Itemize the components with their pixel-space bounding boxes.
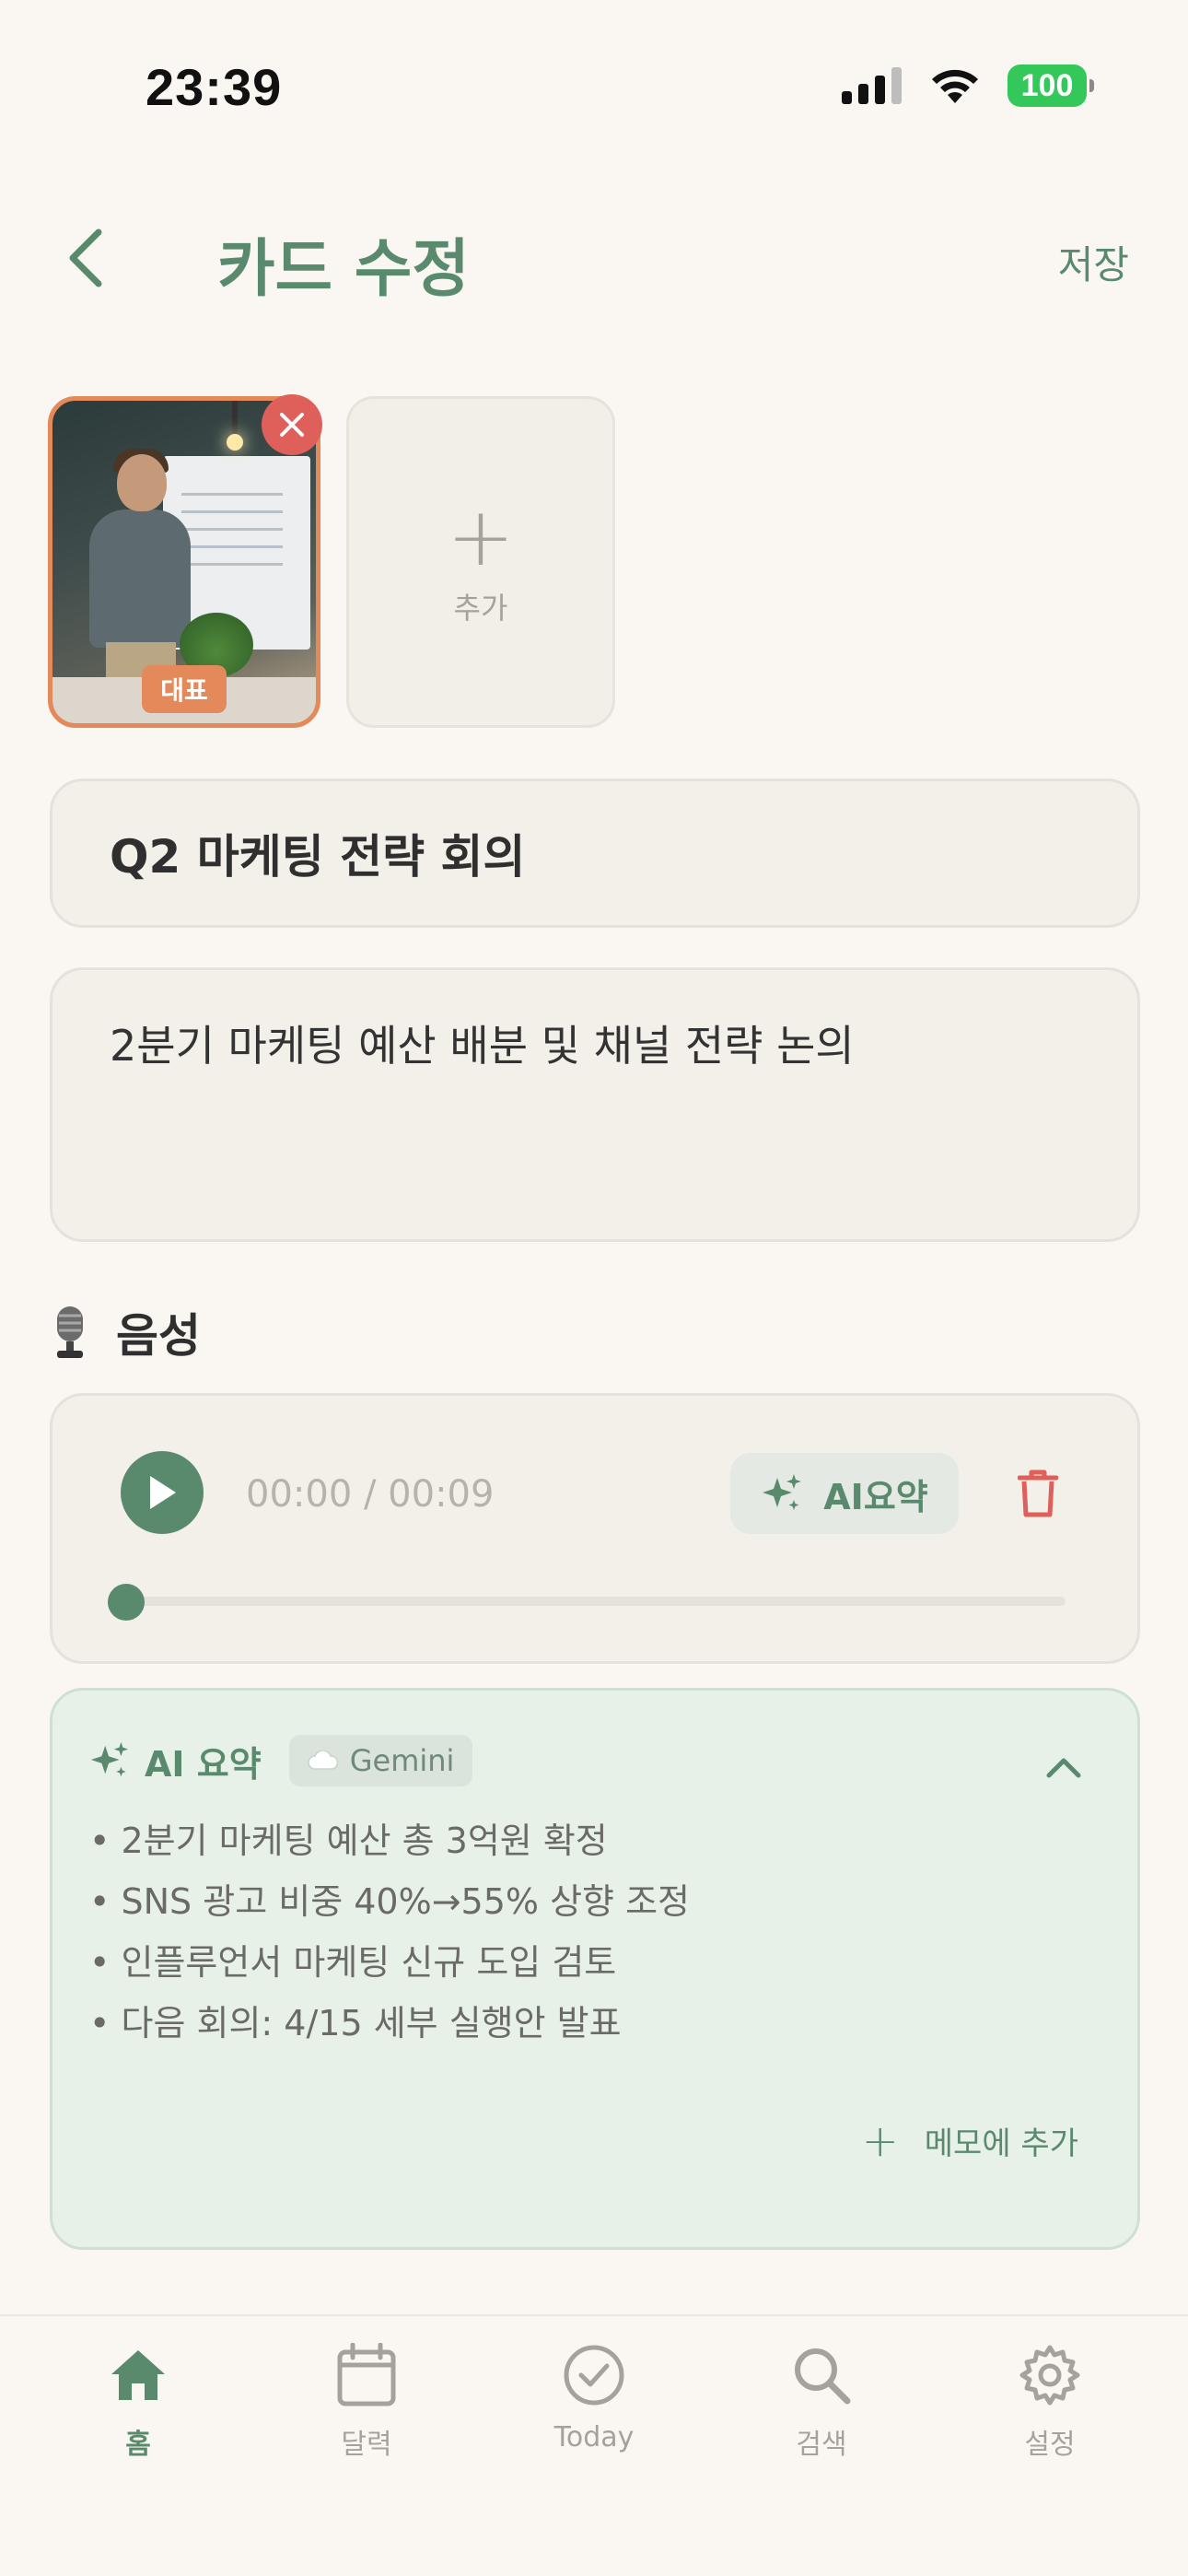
- plus-icon: +: [861, 2114, 899, 2167]
- ai-summary-card: AI 요약 Gemini 2분기 마케팅 예산 총 3억원 확정 SNS 광고 …: [50, 1688, 1140, 2250]
- collapse-button[interactable]: [1036, 1740, 1091, 1796]
- chevron-up-icon: [1046, 1758, 1081, 1778]
- card-description-input[interactable]: 2분기 마케팅 예산 배분 및 채널 전략 논의: [50, 967, 1140, 1242]
- tab-calendar[interactable]: 달력: [293, 2338, 440, 2462]
- ai-summary-header: AI 요약 Gemini: [89, 1735, 473, 1786]
- add-to-memo-button[interactable]: + 메모에 추가: [862, 2118, 1078, 2163]
- plus-icon: +: [447, 489, 515, 584]
- audio-time: 00:00 / 00:09: [246, 1473, 495, 1516]
- back-button[interactable]: [53, 221, 118, 295]
- battery-indicator: 100: [1007, 64, 1094, 107]
- card-edit-screen: 23:39 100 카드 수정 저장 대표 + 추가 Q2 마케팅 전략 회의 …: [0, 0, 1188, 2576]
- status-time: 23:39: [146, 58, 283, 116]
- tab-bar: 홈 달력 Today 검색 설정: [0, 2314, 1188, 2576]
- summary-item: 2분기 마케팅 예산 총 3억원 확정: [89, 1810, 690, 1871]
- card-title-input[interactable]: Q2 마케팅 전략 회의: [50, 779, 1140, 928]
- ai-summary-title: AI 요약: [145, 1743, 262, 1785]
- tab-home[interactable]: 홈: [64, 2338, 212, 2462]
- status-icons: 100: [842, 64, 1094, 107]
- ai-summary-button-label: AI요약: [823, 1476, 928, 1517]
- ai-summary-button[interactable]: AI요약: [730, 1453, 959, 1534]
- tab-settings[interactable]: 설정: [976, 2338, 1124, 2462]
- signal-icon: [842, 67, 902, 104]
- tab-label: 홈: [125, 2429, 151, 2461]
- summary-item: 인플루언서 마케팅 신규 도입 검토: [89, 1932, 690, 1993]
- model-chip-label: Gemini: [349, 1743, 455, 1778]
- check-circle-icon: [557, 2338, 631, 2412]
- ai-summary-list: 2분기 마케팅 예산 총 3억원 확정 SNS 광고 비중 40%→55% 상향…: [89, 1810, 691, 2054]
- gear-icon: [1013, 2338, 1087, 2412]
- add-photo-label: 추가: [453, 591, 508, 626]
- close-icon: [280, 413, 304, 437]
- play-button[interactable]: [121, 1451, 204, 1534]
- wifi-icon: [932, 69, 978, 103]
- summary-item: SNS 광고 비중 40%→55% 상향 조정: [89, 1871, 691, 1932]
- tab-label: 설정: [1024, 2429, 1076, 2461]
- delete-audio-button[interactable]: [1001, 1457, 1075, 1530]
- summary-item: 다음 회의: 4/15 세부 실행안 발표: [89, 1993, 690, 2054]
- search-icon: [785, 2338, 858, 2412]
- microphone-icon: [57, 1306, 83, 1358]
- cloud-icon: [307, 1751, 338, 1770]
- chevron-left-icon: [69, 228, 102, 287]
- tab-search[interactable]: 검색: [748, 2338, 895, 2462]
- sparkles-icon: [763, 1474, 802, 1510]
- play-icon: [150, 1476, 176, 1509]
- tab-today[interactable]: Today: [520, 2338, 668, 2453]
- add-to-memo-label: 메모에 추가: [924, 2125, 1078, 2162]
- add-photo-button[interactable]: + 추가: [346, 396, 615, 728]
- voice-section-header: 음성: [50, 1299, 201, 1365]
- calendar-icon: [330, 2338, 403, 2412]
- audio-progress-track[interactable]: [121, 1597, 1066, 1606]
- tab-label: Today: [553, 2421, 635, 2453]
- save-button[interactable]: 저장: [1058, 234, 1129, 290]
- trash-icon: [1018, 1469, 1058, 1517]
- voice-section-label: 음성: [116, 1309, 201, 1363]
- sparkles-icon: [90, 1741, 129, 1777]
- remove-photo-button[interactable]: [262, 394, 322, 455]
- audio-progress-thumb[interactable]: [108, 1584, 145, 1621]
- page-title: 카드 수정: [217, 233, 470, 306]
- home-icon: [101, 2338, 175, 2412]
- model-chip: Gemini: [288, 1735, 473, 1786]
- audio-player: 00:00 / 00:09 AI요약: [50, 1393, 1140, 1664]
- tab-label: 검색: [796, 2429, 847, 2461]
- representative-badge: 대표: [142, 665, 227, 713]
- tab-label: 달력: [341, 2429, 392, 2461]
